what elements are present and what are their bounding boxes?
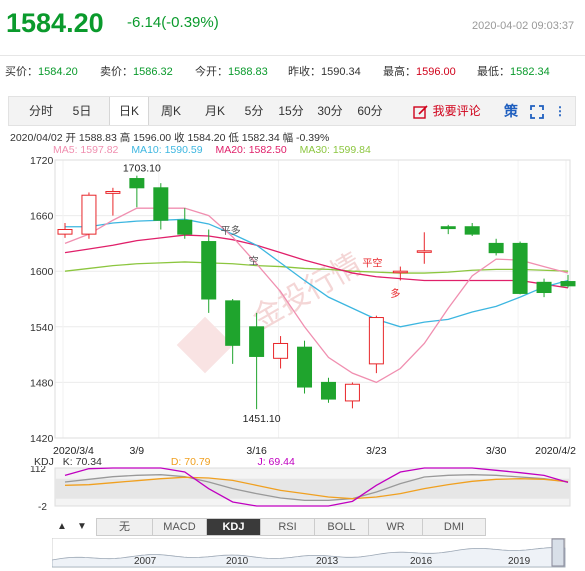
overview-range-handle xyxy=(551,538,565,567)
timestamp: 2020-04-02 09:03:37 xyxy=(472,20,575,32)
x-tick-label: 3/30 xyxy=(486,445,507,457)
candle-body xyxy=(249,326,265,357)
candle-body xyxy=(105,191,121,194)
overview-year-label: 2019 xyxy=(508,556,531,567)
overview-year-label: 2010 xyxy=(226,556,249,567)
divider xyxy=(0,55,585,56)
candle-body xyxy=(201,241,217,300)
indicator-tab-macd[interactable]: MACD xyxy=(153,519,207,535)
candle-body xyxy=(129,178,145,189)
tab-weekly-k[interactable]: 周K xyxy=(151,97,191,125)
y-tick-label: 1480 xyxy=(30,377,54,389)
price-change: -6.14(-0.39%) xyxy=(127,14,219,31)
overview-year-label: 2007 xyxy=(134,556,157,567)
candle-body xyxy=(392,270,408,274)
candle-body xyxy=(81,194,97,235)
tab-5min[interactable]: 5分 xyxy=(237,97,271,125)
quote-high: 最高：1596.00 xyxy=(383,66,456,78)
current-price: 1584.20 xyxy=(6,8,104,38)
overview-navigator[interactable]: 2007 2010 2013 2016 2019 xyxy=(52,538,566,568)
review-label: 我要评论 xyxy=(432,104,481,118)
more-icon[interactable]: ⋮ xyxy=(552,97,568,125)
zoom-in-button[interactable]: ▲ xyxy=(57,518,67,536)
fullscreen-icon[interactable] xyxy=(527,97,547,125)
indicator-tab-rsi[interactable]: RSI xyxy=(261,519,315,535)
signal-ping-duo: 平多 xyxy=(221,224,241,237)
candle-body xyxy=(297,346,313,388)
kdj-tick-label: -2 xyxy=(38,502,47,513)
quote-ask: 卖价：1586.32 xyxy=(100,66,173,78)
y-tick-label: 1420 xyxy=(30,433,54,445)
candle-body xyxy=(512,242,528,294)
candle-body xyxy=(153,187,169,221)
candle-body xyxy=(225,300,241,346)
candle-body xyxy=(416,250,432,253)
candle-body xyxy=(440,226,456,230)
indicator-tab-bar: 无 MACD KDJ RSI BOLL WR DMI xyxy=(96,518,486,536)
candle-body xyxy=(368,317,384,365)
signal-ping-kong: 平空 xyxy=(362,257,382,270)
x-tick-label: 3/23 xyxy=(366,445,387,457)
candle-body xyxy=(273,342,289,359)
tab-timeshare[interactable]: 分时 xyxy=(21,97,61,125)
signal-duo: 多 xyxy=(390,287,400,300)
low-label: 1451.10 xyxy=(243,413,281,425)
indicator-tab-none[interactable]: 无 xyxy=(97,519,153,535)
tab-60min[interactable]: 60分 xyxy=(352,97,388,125)
tab-daily-k[interactable]: 日K xyxy=(109,97,149,125)
quote-low: 最低：1582.34 xyxy=(477,66,550,78)
watermark-logo xyxy=(176,316,234,374)
overview-year-label: 2013 xyxy=(316,556,339,567)
candle-info: 2020/04/02 开 1588.83 高 1596.00 收 1584.20… xyxy=(10,132,330,144)
candle-body xyxy=(560,281,576,287)
y-tick-label: 1660 xyxy=(30,211,54,223)
quote-bid: 买价：1584.20 xyxy=(5,66,78,78)
kdj-chart[interactable]: 112 -2 xyxy=(0,466,585,516)
indicator-tab-boll[interactable]: BOLL xyxy=(315,519,369,535)
tab-5day[interactable]: 5日 xyxy=(65,97,99,125)
tab-30min[interactable]: 30分 xyxy=(312,97,348,125)
y-tick-label: 1720 xyxy=(30,155,54,167)
tab-monthly-k[interactable]: 月K xyxy=(195,97,235,125)
quote-open: 今开：1588.83 xyxy=(195,66,268,78)
candle-body xyxy=(320,381,336,400)
y-tick-label: 1540 xyxy=(30,322,54,334)
indicator-tab-wr[interactable]: WR xyxy=(369,519,423,535)
zoom-out-button[interactable]: ▼ xyxy=(77,518,87,536)
candle-body xyxy=(464,226,480,235)
period-tab-bar: 分时 5日 日K 周K 月K 5分 15分 30分 60分 我要评论 策 ⋮ xyxy=(8,96,576,126)
x-tick-label: 2020/4/2 xyxy=(535,445,576,457)
edit-icon xyxy=(413,105,428,119)
indicator-tab-dmi[interactable]: DMI xyxy=(423,519,485,535)
candle-body xyxy=(57,229,73,235)
strategy-button[interactable]: 策 xyxy=(501,97,521,125)
signal-kong: 空 xyxy=(249,255,259,268)
tab-15min[interactable]: 15分 xyxy=(273,97,309,125)
y-tick-label: 1600 xyxy=(30,266,54,278)
candle-body xyxy=(536,281,552,294)
overview-year-label: 2016 xyxy=(410,556,433,567)
indicator-tab-kdj[interactable]: KDJ xyxy=(207,519,261,535)
candle-body xyxy=(177,219,193,235)
high-label: 1703.10 xyxy=(123,163,161,175)
candle-body xyxy=(488,242,504,254)
review-button[interactable]: 我要评论 xyxy=(407,97,487,125)
candle-body xyxy=(344,383,360,402)
kdj-tick-label: 112 xyxy=(30,466,46,475)
kline-chart[interactable]: 172016601600154014801420金投行情1703.101451.… xyxy=(0,155,585,460)
quote-prev-close: 昨收：1590.34 xyxy=(288,66,361,78)
